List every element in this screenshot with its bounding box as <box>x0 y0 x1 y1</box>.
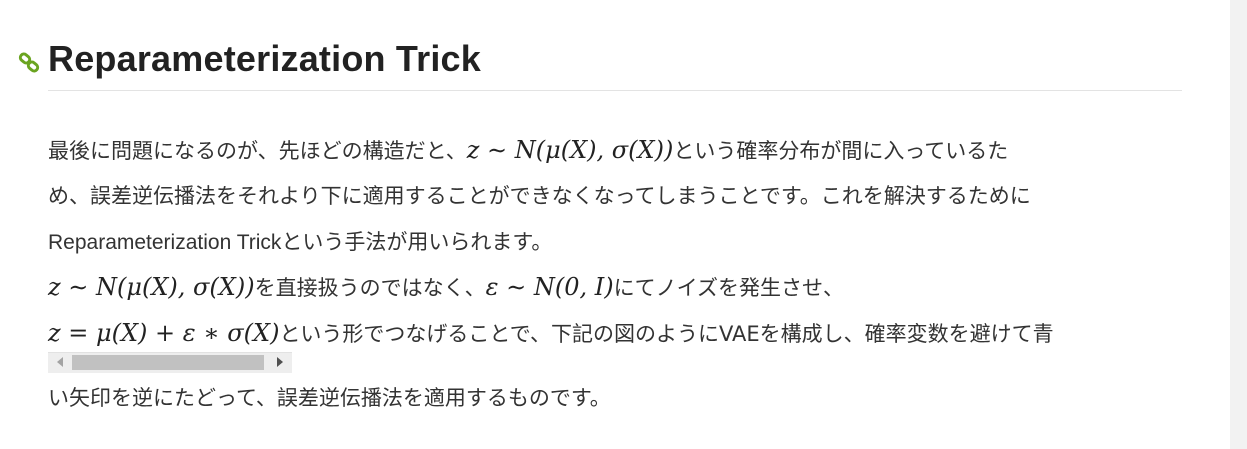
line3-term: Reparameterization Trick <box>48 231 282 254</box>
line4-text-mid: を直接扱うのではなく、 <box>254 276 486 300</box>
section-heading: Reparameterization Trick <box>18 36 481 82</box>
paragraph-line-1: 最後に問題になるのが、先ほどの構造だと、z ∼ N(μ(X), σ(X))という… <box>48 135 1188 166</box>
paragraph-line-5: z = μ(X) + ε ∗ σ(X)という形でつなげることで、下記の図のように… <box>48 318 1188 349</box>
page-title: Reparameterization Trick <box>48 38 481 79</box>
link-icon[interactable] <box>18 52 40 74</box>
paragraph-line-6: い矢印を逆にたどって、誤差逆伝播法を適用するものです。 <box>48 383 1188 413</box>
right-gutter <box>1230 0 1247 449</box>
line5-text-post: という形でつなげることで、下記の図のようにVAEを構成し、確率変数を避けて青 <box>279 322 1054 346</box>
paragraph-line-2: め、誤差逆伝播法をそれより下に適用することができなくなってしまうことです。これを… <box>48 181 1188 211</box>
line6-text: い矢印を逆にたどって、誤差逆伝播法を適用するものです。 <box>48 386 611 410</box>
horizontal-scrollbar[interactable] <box>48 352 292 373</box>
math-z-distribution-2: z ∼ N(μ(X), σ(X)) <box>48 273 255 301</box>
scroll-right-arrow-icon[interactable] <box>277 357 283 367</box>
line1-text-pre: 最後に問題になるのが、先ほどの構造だと、 <box>48 139 467 163</box>
line4-text-post: にてノイズを発生させ、 <box>613 276 844 300</box>
line3-text-post: という手法が用いられます。 <box>281 230 553 254</box>
paragraph-line-4: z ∼ N(μ(X), σ(X))を直接扱うのではなく、ε ∼ N(0, I)に… <box>48 272 1188 303</box>
scroll-thumb[interactable] <box>72 355 264 370</box>
scroll-left-arrow-icon[interactable] <box>57 357 63 367</box>
math-z-distribution: z ∼ N(μ(X), σ(X)) <box>466 136 674 164</box>
line2-text: め、誤差逆伝播法をそれより下に適用することができなくなってしまうことです。これを… <box>48 184 1031 208</box>
math-epsilon-noise: ε ∼ N(0, I) <box>485 273 614 301</box>
paragraph-line-3: Reparameterization Trickという手法が用いられます。 <box>48 227 1188 258</box>
math-reparam-formula: z = μ(X) + ε ∗ σ(X) <box>48 319 280 347</box>
heading-divider <box>48 90 1182 91</box>
line1-text-post: という確率分布が間に入っているた <box>673 139 1009 163</box>
